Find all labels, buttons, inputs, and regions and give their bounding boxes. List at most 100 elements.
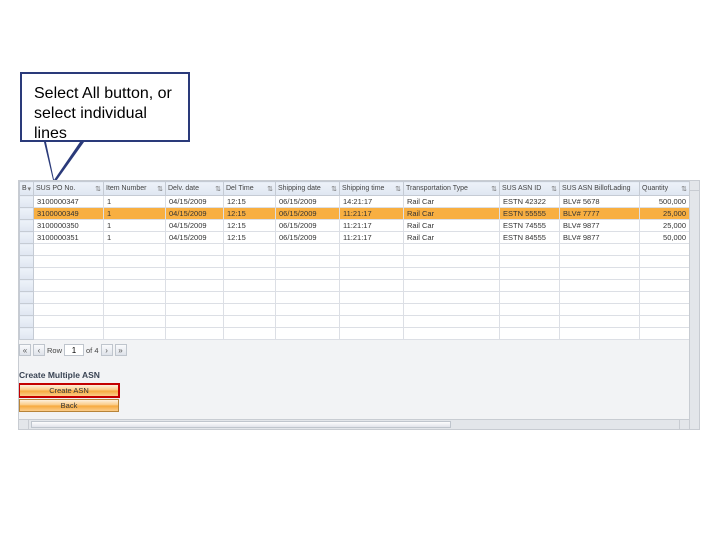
table-row[interactable]: 3100000350104/15/200912:1506/15/200911:2… [20, 220, 690, 232]
empty-cell [166, 280, 224, 292]
app-panel: B▾ SUS PO No.⇅ Item Number⇅ Delv. date⇅ … [18, 180, 700, 430]
empty-cell [340, 292, 404, 304]
col-deltime-header[interactable]: Del Time⇅ [224, 182, 276, 196]
cell-transport: Rail Car [404, 232, 500, 244]
empty-cell [104, 280, 166, 292]
empty-cell [34, 256, 104, 268]
cell-qty: 500,000 [640, 196, 690, 208]
scroll-left-icon[interactable] [19, 420, 29, 429]
select-all-button[interactable]: B▾ [20, 182, 34, 196]
scroll-thumb[interactable] [31, 421, 451, 428]
empty-cell [500, 316, 560, 328]
empty-cell [500, 304, 560, 316]
cell-shipdate: 06/15/2009 [276, 208, 340, 220]
row-selector[interactable] [20, 208, 34, 220]
cell-po: 3100000347 [34, 196, 104, 208]
empty-cell [404, 304, 500, 316]
cell-po: 3100000350 [34, 220, 104, 232]
cell-shiptime: 14:21:17 [340, 196, 404, 208]
cell-delvdate: 04/15/2009 [166, 208, 224, 220]
col-delvdate-header[interactable]: Delv. date⇅ [166, 182, 224, 196]
cell-po: 3100000351 [34, 232, 104, 244]
empty-cell [166, 268, 224, 280]
empty-cell [340, 256, 404, 268]
empty-cell [276, 256, 340, 268]
empty-cell [560, 292, 640, 304]
col-asnid-header[interactable]: SUS ASN ID⇅ [500, 182, 560, 196]
col-po-header[interactable]: SUS PO No.⇅ [34, 182, 104, 196]
cell-asnid: ESTN 42322 [500, 196, 560, 208]
horizontal-scrollbar[interactable] [19, 419, 689, 429]
empty-cell [20, 268, 34, 280]
empty-cell [166, 292, 224, 304]
empty-cell [640, 256, 690, 268]
empty-cell [166, 256, 224, 268]
table-row[interactable]: 3100000347104/15/200912:1506/15/200914:2… [20, 196, 690, 208]
pager-row-input[interactable] [64, 344, 84, 356]
table-row-empty [20, 304, 690, 316]
cell-item: 1 [104, 232, 166, 244]
scroll-up-icon[interactable] [690, 181, 699, 191]
empty-cell [20, 328, 34, 340]
table-row[interactable]: 3100000349104/15/200912:1506/15/200911:2… [20, 208, 690, 220]
cell-deltime: 12:15 [224, 220, 276, 232]
table-row-empty [20, 316, 690, 328]
empty-cell [224, 268, 276, 280]
empty-cell [104, 268, 166, 280]
empty-cell [166, 304, 224, 316]
pager-last[interactable]: » [115, 344, 127, 356]
table-row-empty [20, 280, 690, 292]
empty-cell [500, 244, 560, 256]
table-row-empty [20, 268, 690, 280]
cell-delvdate: 04/15/2009 [166, 232, 224, 244]
pager-next[interactable]: › [101, 344, 113, 356]
row-selector[interactable] [20, 220, 34, 232]
cell-deltime: 12:15 [224, 232, 276, 244]
back-button[interactable]: Back [19, 399, 119, 412]
col-bol-header[interactable]: SUS ASN BillofLading [560, 182, 640, 196]
cell-delvdate: 04/15/2009 [166, 196, 224, 208]
empty-cell [166, 328, 224, 340]
empty-cell [276, 316, 340, 328]
pager-first[interactable]: « [19, 344, 31, 356]
empty-cell [340, 328, 404, 340]
vertical-scrollbar[interactable] [689, 181, 699, 429]
col-qty-header[interactable]: Quantity⇅ [640, 182, 690, 196]
table-row-empty [20, 328, 690, 340]
empty-cell [560, 244, 640, 256]
cell-transport: Rail Car [404, 208, 500, 220]
scroll-right-icon[interactable] [679, 420, 689, 429]
table-pager: « ‹ Row of 4 › » [19, 344, 699, 356]
empty-cell [404, 316, 500, 328]
row-selector[interactable] [20, 196, 34, 208]
empty-cell [560, 280, 640, 292]
row-selector[interactable] [20, 232, 34, 244]
table-row-empty [20, 292, 690, 304]
empty-cell [276, 280, 340, 292]
empty-cell [640, 244, 690, 256]
col-item-header[interactable]: Item Number⇅ [104, 182, 166, 196]
pager-prev[interactable]: ‹ [33, 344, 45, 356]
table-row-empty [20, 256, 690, 268]
empty-cell [340, 304, 404, 316]
cell-bol: BLV# 7777 [560, 208, 640, 220]
empty-cell [640, 328, 690, 340]
section-title: Create Multiple ASN [19, 370, 699, 380]
empty-cell [104, 316, 166, 328]
empty-cell [500, 280, 560, 292]
col-shipdate-header[interactable]: Shipping date⇅ [276, 182, 340, 196]
table-row[interactable]: 3100000351104/15/200912:1506/15/200911:2… [20, 232, 690, 244]
empty-cell [340, 268, 404, 280]
empty-cell [560, 256, 640, 268]
empty-cell [34, 268, 104, 280]
empty-cell [34, 328, 104, 340]
col-shiptime-header[interactable]: Shipping time⇅ [340, 182, 404, 196]
po-lines-table: B▾ SUS PO No.⇅ Item Number⇅ Delv. date⇅ … [19, 181, 690, 340]
empty-cell [224, 292, 276, 304]
cell-asnid: ESTN 74555 [500, 220, 560, 232]
empty-cell [640, 280, 690, 292]
empty-cell [34, 316, 104, 328]
col-transport-header[interactable]: Transportation Type⇅ [404, 182, 500, 196]
create-asn-button[interactable]: Create ASN [19, 384, 119, 397]
empty-cell [20, 304, 34, 316]
